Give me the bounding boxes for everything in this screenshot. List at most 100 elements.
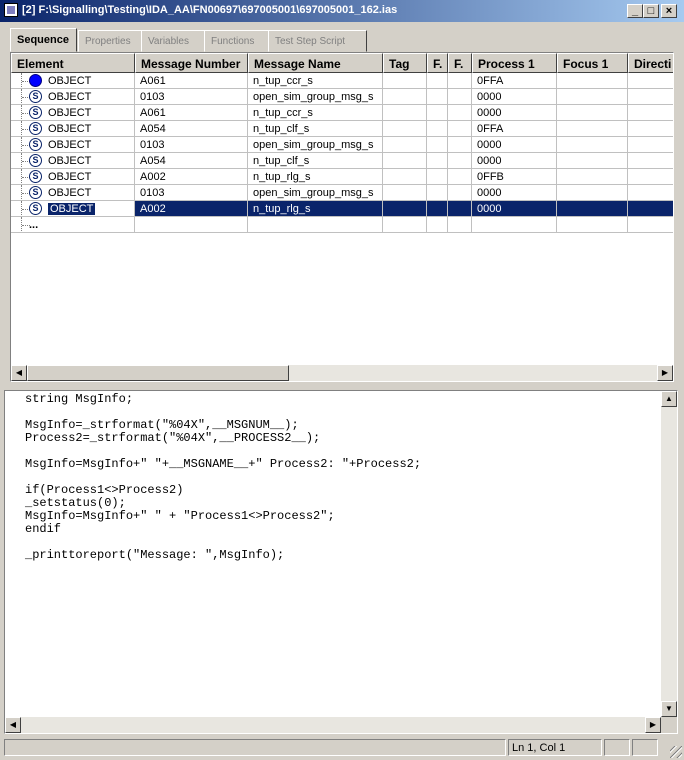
cell-empty [557,105,628,121]
cell-empty [448,89,472,105]
cell-empty [628,185,673,201]
code-line[interactable]: endif [25,523,661,536]
table-row[interactable]: S OBJECT 0103 open_sim_group_msg_s 0000 [11,137,673,153]
s-circle-icon[interactable]: S [29,170,42,183]
s-circle-icon[interactable]: S [29,90,42,103]
cell-empty [427,185,448,201]
cell-message-number: 0103 [135,137,248,153]
app-icon[interactable] [4,3,18,17]
column-header-message-name[interactable]: Message Name [248,53,383,73]
code-line[interactable]: _printtoreport("Message: ",MsgInfo); [25,549,661,562]
cell-empty [427,169,448,185]
code-line[interactable]: MsgInfo=MsgInfo+" " + "Process1<>Process… [25,510,661,523]
element-label: OBJECT [48,139,92,151]
status-bar: Ln 1, Col 1 [0,736,684,760]
cell-empty [427,105,448,121]
column-header-tag[interactable]: Tag [383,53,427,73]
close-button[interactable]: × [661,4,677,18]
editor-scroll-right-icon[interactable]: ▶ [645,717,661,733]
table-row[interactable]: S OBJECT 0103 open_sim_group_msg_s 0000 [11,185,673,201]
element-label: OBJECT [46,202,97,216]
table-row[interactable]: S OBJECT A061 n_tup_ccr_s 0000 [11,105,673,121]
column-header-process-1[interactable]: Process 1 [472,53,557,73]
title-bar[interactable]: [2] F:\Signalling\Testing\IDA_AA\FN00697… [0,0,684,22]
s-circle-icon[interactable]: S [29,122,42,135]
editor-vertical-scrollbar[interactable]: ▲ ▼ [661,391,677,717]
editor-horizontal-scrollbar[interactable]: ◀ ▶ [5,717,661,733]
tab-test-step-script[interactable]: Test Step Script [268,30,367,52]
cell-element: S OBJECT [11,89,135,105]
s-circle-icon[interactable]: S [29,138,42,151]
cell-message-name: open_sim_group_msg_s [248,185,383,201]
column-header-message-number[interactable]: Message Number [135,53,248,73]
column-header-f2[interactable]: F. [448,53,472,73]
cell-message-name: n_tup_clf_s [248,121,383,137]
cell-element: S OBJECT [11,137,135,153]
cell-element: S OBJECT [11,153,135,169]
grid-scroll-thumb[interactable] [27,365,289,381]
cell-message-name: open_sim_group_msg_s [248,137,383,153]
cell-empty [383,153,427,169]
new-element-ellipsis[interactable]: ... [29,219,38,231]
tab-properties[interactable]: Properties [78,30,147,52]
element-label: OBJECT [48,187,92,199]
column-header-element[interactable]: Element [11,53,135,73]
sequence-grid: Element Message Number Message Name Tag … [10,52,674,382]
cell-element: OBJECT [11,73,135,89]
table-row[interactable]: OBJECT A061 n_tup_ccr_s 0FFA [11,73,673,89]
restore-button[interactable]: □ [643,4,659,18]
table-row[interactable]: S OBJECT A054 n_tup_clf_s 0000 [11,153,673,169]
tab-strip: Sequence Properties Variables Functions … [10,28,674,52]
cell-process-1: 0FFA [472,73,557,89]
s-circle-icon[interactable]: S [29,154,42,167]
table-row[interactable]: S OBJECT A002 n_tup_rlg_s 0000 [11,201,673,217]
cell-element: S OBJECT [11,121,135,137]
cell-message-name: n_tup_ccr_s [248,73,383,89]
status-message-panel [4,739,506,756]
cell-empty [628,153,673,169]
editor-scroll-left-icon[interactable]: ◀ [5,717,21,733]
cell-empty [427,201,448,217]
s-circle-icon[interactable]: S [29,186,42,199]
blue-dot-icon[interactable] [29,74,42,87]
cell-empty [383,105,427,121]
table-row[interactable]: S OBJECT A002 n_tup_rlg_s 0FFB [11,169,673,185]
cell-process-1: 0000 [472,137,557,153]
cell-empty [383,121,427,137]
code-line[interactable]: string MsgInfo; [25,393,661,406]
cell-empty [557,201,628,217]
tab-functions[interactable]: Functions [204,30,270,52]
cell-process-1: 0000 [472,89,557,105]
grid-horizontal-scrollbar[interactable]: ◀ ▶ [11,365,673,381]
minimize-button[interactable]: _ [627,4,643,18]
cell-empty [628,73,673,89]
code-line[interactable]: MsgInfo=MsgInfo+" "+__MSGNAME__+" Proces… [25,458,661,471]
column-header-direction[interactable]: Directi [628,53,673,73]
tab-sequence[interactable]: Sequence [10,28,77,52]
cell-message-number: A061 [135,73,248,89]
element-label: OBJECT [48,91,92,103]
s-circle-icon[interactable]: S [29,202,42,215]
cell-empty [383,137,427,153]
cell-empty [427,137,448,153]
status-panel-2 [604,739,630,756]
resize-grip-icon[interactable] [670,746,682,758]
column-header-f1[interactable]: F. [427,53,448,73]
cell-message-name: open_sim_group_msg_s [248,89,383,105]
scroll-right-icon[interactable]: ▶ [657,365,673,381]
scroll-up-icon[interactable]: ▲ [661,391,677,407]
scroll-down-icon[interactable]: ▼ [661,701,677,717]
table-row-new[interactable]: ... [11,217,673,233]
scroll-left-icon[interactable]: ◀ [11,365,27,381]
cell-message-number: 0103 [135,185,248,201]
code-line[interactable]: Process2=_strformat("%04X",__PROCESS2__)… [25,432,661,445]
table-row[interactable]: S OBJECT 0103 open_sim_group_msg_s 0000 [11,89,673,105]
cell-empty [628,169,673,185]
cell-empty [448,73,472,89]
tab-variables[interactable]: Variables [141,30,206,52]
s-circle-icon[interactable]: S [29,106,42,119]
table-row[interactable]: S OBJECT A054 n_tup_clf_s 0FFA [11,121,673,137]
column-header-focus-1[interactable]: Focus 1 [557,53,628,73]
code-text-area[interactable]: string MsgInfo; MsgInfo=_strformat("%04X"… [5,391,661,717]
script-editor[interactable]: string MsgInfo; MsgInfo=_strformat("%04X"… [4,390,678,734]
